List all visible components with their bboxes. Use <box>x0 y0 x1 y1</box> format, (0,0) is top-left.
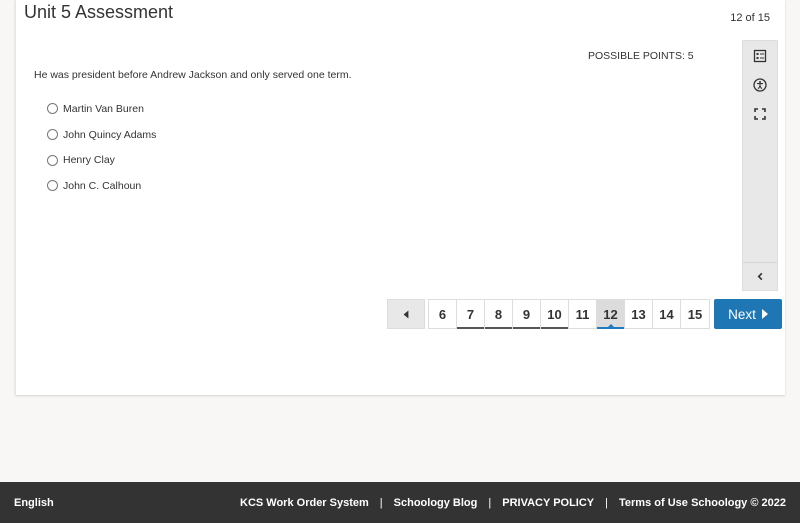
footer-separator: | <box>605 496 608 509</box>
question-list-button[interactable] <box>743 41 777 70</box>
accessibility-button[interactable] <box>743 70 777 99</box>
answer-choice[interactable]: Henry Clay <box>47 147 156 173</box>
page-14[interactable]: 14 <box>653 300 681 328</box>
choice-label: John C. Calhoun <box>63 179 142 192</box>
page-8[interactable]: 8 <box>485 300 513 329</box>
page-12-current[interactable]: 12 <box>597 300 625 329</box>
page-title: Unit 5 Assessment <box>24 2 174 22</box>
question-text: He was president before Andrew Jackson a… <box>34 69 352 81</box>
answer-choice[interactable]: Martin Van Buren <box>47 96 156 122</box>
page-10[interactable]: 10 <box>541 300 569 329</box>
footer: English KCS Work Order System | Schoolog… <box>0 482 800 523</box>
next-label: Next <box>728 306 756 322</box>
question-counter: 12 of 15 <box>730 12 770 24</box>
fullscreen-icon <box>754 107 766 120</box>
assessment-card: Unit 5 Assessment 12 of 15 POSSIBLE POIN… <box>15 0 785 395</box>
footer-link-work-order[interactable]: KCS Work Order System <box>240 497 369 509</box>
footer-link-privacy[interactable]: PRIVACY POLICY <box>502 497 594 509</box>
radio-button[interactable] <box>47 154 58 166</box>
page-13[interactable]: 13 <box>625 300 653 328</box>
copyright: Schoology © 2022 <box>691 496 786 509</box>
radio-button[interactable] <box>47 103 58 115</box>
accessibility-icon <box>753 77 767 92</box>
chevron-left-icon <box>757 272 762 281</box>
triangle-right-icon <box>761 309 768 319</box>
answer-choices: Martin Van Buren John Quincy Adams Henry… <box>47 96 156 199</box>
radio-button[interactable] <box>47 180 58 192</box>
side-tool-panel <box>742 40 778 291</box>
possible-points: POSSIBLE POINTS: 5 <box>588 50 694 62</box>
page-7[interactable]: 7 <box>457 300 485 329</box>
question-pager: 6 7 8 9 10 11 12 13 14 15 Next <box>387 299 782 329</box>
collapse-panel-button[interactable] <box>743 262 777 290</box>
footer-link-terms[interactable]: Terms of Use <box>619 497 688 509</box>
question-list-icon <box>753 49 767 62</box>
choice-label: Henry Clay <box>63 154 115 167</box>
page-9[interactable]: 9 <box>513 300 541 329</box>
footer-separator: | <box>488 496 492 509</box>
next-button[interactable]: Next <box>714 299 782 329</box>
radio-button[interactable] <box>47 129 58 141</box>
page-6[interactable]: 6 <box>429 300 457 328</box>
choice-label: John Quincy Adams <box>63 128 157 141</box>
choice-label: Martin Van Buren <box>63 102 144 115</box>
footer-separator: | <box>379 496 383 509</box>
triangle-left-icon <box>403 310 409 318</box>
answer-choice[interactable]: John C. Calhoun <box>47 173 156 199</box>
page-11[interactable]: 11 <box>569 300 597 328</box>
language-selector[interactable]: English <box>14 497 54 509</box>
previous-button[interactable] <box>387 299 425 329</box>
fullscreen-button[interactable] <box>743 99 777 128</box>
footer-links: KCS Work Order System | Schoology Blog |… <box>240 497 688 509</box>
answer-choice[interactable]: John Quincy Adams <box>47 122 156 148</box>
page-list: 6 7 8 9 10 11 12 13 14 15 <box>428 299 710 329</box>
page-15[interactable]: 15 <box>681 300 709 328</box>
footer-link-blog[interactable]: Schoology Blog <box>394 497 478 509</box>
